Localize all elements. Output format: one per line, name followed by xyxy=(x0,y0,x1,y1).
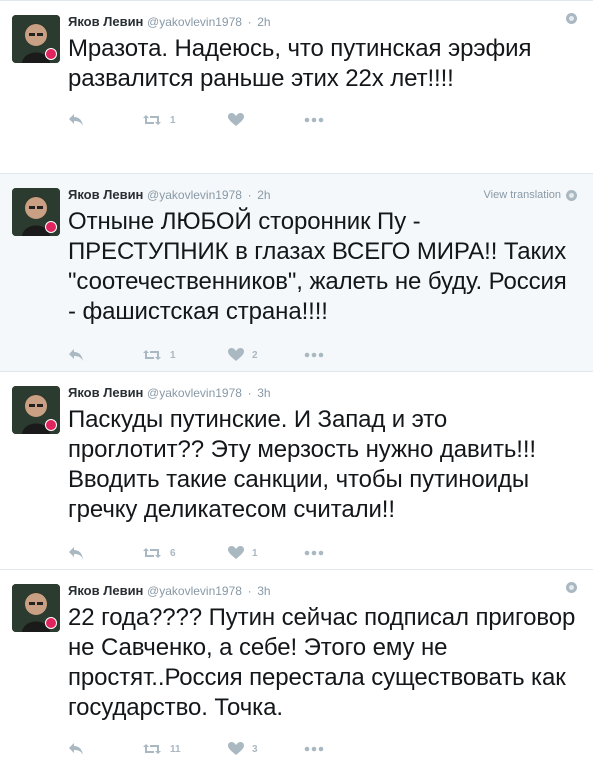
author-handle[interactable]: @yakovlevin1978 xyxy=(147,15,242,29)
more-button[interactable] xyxy=(304,746,324,752)
tweet-actions: 6 1 xyxy=(68,533,581,573)
more-icon xyxy=(304,550,324,556)
author-name[interactable]: Яков Левин xyxy=(68,14,143,29)
like-count: 3 xyxy=(252,743,258,755)
author-name[interactable]: Яков Левин xyxy=(68,583,143,598)
separator: · xyxy=(247,386,252,400)
badge-icon xyxy=(45,617,57,629)
like-count: 2 xyxy=(252,349,258,361)
tweet-actions: 1 2 xyxy=(68,335,581,375)
avatar[interactable] xyxy=(12,15,60,63)
reply-button[interactable] xyxy=(68,546,142,560)
avatar[interactable] xyxy=(12,386,60,434)
author-name[interactable]: Яков Левин xyxy=(68,385,143,400)
timeline: Яков Левин @yakovlevin1978 · 2h Мразота.… xyxy=(0,0,593,760)
retweet-icon xyxy=(143,744,161,754)
tweet-header: Яков Левин @yakovlevin1978 · 2h xyxy=(68,13,581,31)
tweet-corner: View translation xyxy=(484,186,577,204)
timestamp[interactable]: 3h xyxy=(257,584,270,598)
like-button[interactable]: 2 xyxy=(228,348,304,362)
separator: · xyxy=(247,188,252,202)
tweet[interactable]: Яков Левин @yakovlevin1978 · 2h Мразота.… xyxy=(0,1,593,174)
retweet-count: 11 xyxy=(170,743,181,755)
tweet-actions: 1 xyxy=(68,100,581,140)
globe-icon[interactable] xyxy=(566,13,577,24)
reply-icon xyxy=(69,547,83,559)
reply-icon xyxy=(69,349,83,361)
heart-icon xyxy=(228,742,244,755)
separator: · xyxy=(247,584,252,598)
retweet-count: 6 xyxy=(170,547,176,559)
tweet-text: Отныне ЛЮБОЙ сторонник Пу - ПРЕСТУПНИК в… xyxy=(68,208,567,325)
tweet-actions: 11 3 xyxy=(68,729,581,769)
badge-icon xyxy=(45,419,57,431)
more-button[interactable] xyxy=(304,352,324,358)
like-button[interactable]: 3 xyxy=(228,742,304,756)
retweet-icon xyxy=(143,350,161,360)
retweet-count: 1 xyxy=(170,349,176,361)
more-button[interactable] xyxy=(304,550,324,556)
author-handle[interactable]: @yakovlevin1978 xyxy=(147,584,242,598)
globe-icon[interactable] xyxy=(566,582,577,593)
reply-icon xyxy=(69,114,83,126)
badge-icon xyxy=(45,48,57,60)
view-translation-link[interactable]: View translation xyxy=(484,186,561,204)
avatar[interactable] xyxy=(12,188,60,236)
timestamp[interactable]: 3h xyxy=(257,386,270,400)
like-count: 1 xyxy=(252,547,258,559)
more-icon xyxy=(304,352,324,358)
globe-icon[interactable] xyxy=(566,189,577,201)
retweet-button[interactable]: 1 xyxy=(142,113,228,127)
reply-button[interactable] xyxy=(68,348,142,362)
tweet-corner xyxy=(566,13,577,24)
author-handle[interactable]: @yakovlevin1978 xyxy=(147,188,242,202)
reply-button[interactable] xyxy=(68,113,142,127)
author-handle[interactable]: @yakovlevin1978 xyxy=(147,386,242,400)
retweet-button[interactable]: 6 xyxy=(142,546,228,560)
timestamp[interactable]: 2h xyxy=(257,15,270,29)
tweet-text: 22 года???? Путин сейчас подписал пригов… xyxy=(68,604,576,721)
more-button[interactable] xyxy=(304,117,324,123)
more-icon xyxy=(304,117,324,123)
avatar[interactable] xyxy=(12,584,60,632)
retweet-icon xyxy=(143,115,161,125)
like-button[interactable]: 1 xyxy=(228,546,304,560)
tweet-header: Яков Левин @yakovlevin1978 · 2h View tra… xyxy=(68,186,581,204)
reply-icon xyxy=(69,743,83,755)
retweet-icon xyxy=(143,548,161,558)
like-button[interactable] xyxy=(228,113,304,127)
separator: · xyxy=(247,15,252,29)
heart-icon xyxy=(228,546,244,559)
reply-button[interactable] xyxy=(68,742,142,756)
author-name[interactable]: Яков Левин xyxy=(68,187,143,202)
tweet[interactable]: Яков Левин @yakovlevin1978 · 3h Паскуды … xyxy=(0,372,593,570)
tweet-text: Мразота. Надеюсь, что путинская эрэфия р… xyxy=(68,35,532,92)
more-icon xyxy=(304,746,324,752)
retweet-button[interactable]: 11 xyxy=(142,742,228,756)
retweet-count: 1 xyxy=(170,114,176,126)
tweet[interactable]: Яков Левин @yakovlevin1978 · 3h 22 года?… xyxy=(0,570,593,760)
tweet[interactable]: Яков Левин @yakovlevin1978 · 2h View tra… xyxy=(0,174,593,372)
badge-icon xyxy=(45,221,57,233)
heart-icon xyxy=(228,113,244,126)
tweet-text: Паскуды путинские. И Запад и это проглот… xyxy=(68,406,536,523)
heart-icon xyxy=(228,348,244,361)
timestamp[interactable]: 2h xyxy=(257,188,270,202)
tweet-header: Яков Левин @yakovlevin1978 · 3h xyxy=(68,582,581,600)
tweet-corner xyxy=(566,582,577,593)
tweet-header: Яков Левин @yakovlevin1978 · 3h xyxy=(68,384,581,402)
retweet-button[interactable]: 1 xyxy=(142,348,228,362)
